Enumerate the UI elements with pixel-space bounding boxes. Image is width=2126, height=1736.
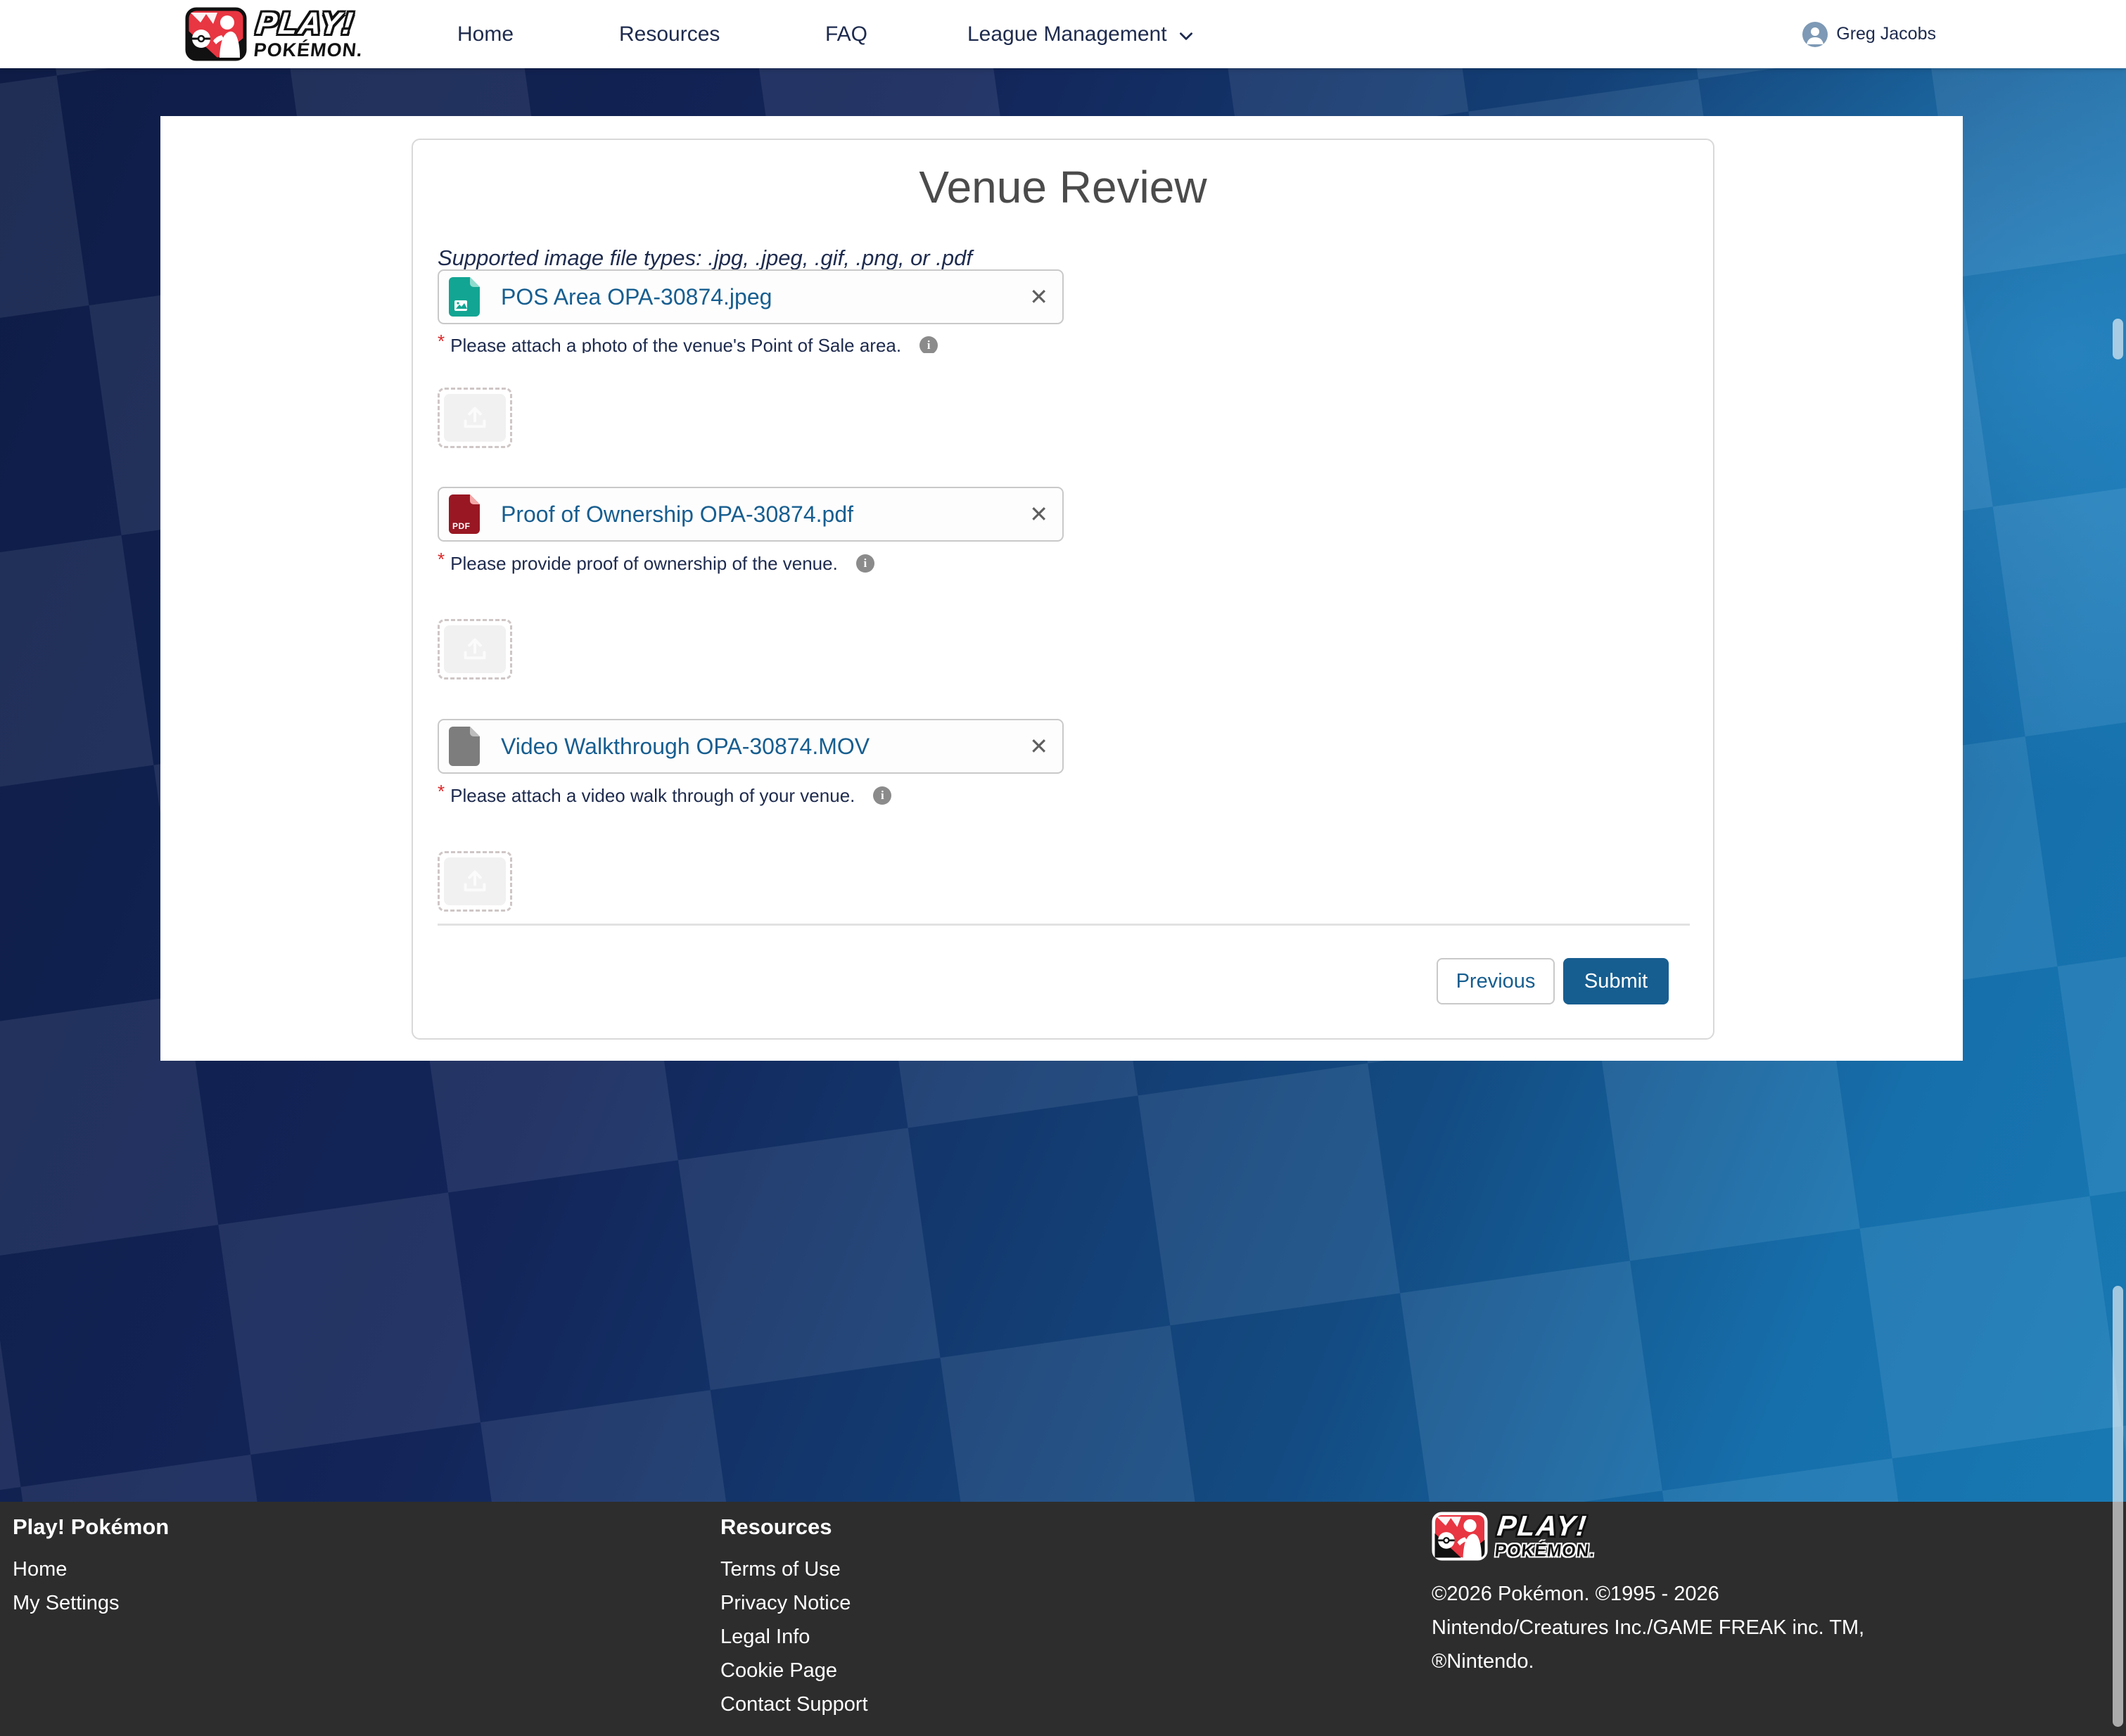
upload-dropzone-video-walkthrough[interactable]: [438, 851, 512, 912]
venue-review-card: Venue Review Supported image file types:…: [412, 139, 1714, 1040]
info-icon[interactable]: i: [919, 336, 938, 353]
required-mark: *: [438, 335, 445, 350]
upload-icon: [462, 404, 488, 431]
chevron-down-icon: [1177, 27, 1195, 45]
caption-text: Please attach a photo of the venue's Poi…: [450, 335, 901, 353]
top-navbar: PLAY! POKÉMON. Home Resources FAQ League…: [0, 0, 2126, 68]
footer-link-my-settings[interactable]: My Settings: [13, 1593, 169, 1613]
required-mark: *: [438, 550, 445, 568]
remove-file-button[interactable]: ✕: [1029, 286, 1048, 308]
supported-types-note: Supported image file types: .jpg, .jpeg,…: [438, 245, 972, 271]
footer-link-contact-support[interactable]: Contact Support: [720, 1694, 868, 1714]
copyright-line: Nintendo/Creatures Inc./GAME FREAK inc. …: [1432, 1611, 1864, 1645]
footer-link-terms-of-use[interactable]: Terms of Use: [720, 1559, 868, 1579]
brand-play-text: PLAY!: [255, 8, 367, 39]
nav-item-faq[interactable]: FAQ: [825, 0, 867, 68]
page-title: Venue Review: [413, 161, 1713, 213]
copyright-text: ©2026 Pokémon. ©1995 - 2026 Nintendo/Cre…: [1432, 1577, 1864, 1678]
footer-column-site: Play! Pokémon Home My Settings: [13, 1514, 169, 1613]
pdf-file-icon: PDF: [449, 494, 480, 534]
footer-link-privacy-notice[interactable]: Privacy Notice: [720, 1593, 868, 1613]
content-panel: Venue Review Supported image file types:…: [160, 116, 1963, 1061]
upload-icon: [462, 868, 488, 895]
previous-button[interactable]: Previous: [1437, 958, 1555, 1004]
footer-link-cookie-page[interactable]: Cookie Page: [720, 1661, 868, 1680]
footer-column-legal: PLAY! POKÉMON. ©2026 Pokémon. ©1995 - 20…: [1432, 1510, 1864, 1678]
caption-text: Please attach a video walk through of yo…: [450, 785, 855, 807]
play-pokemon-badge-icon: [185, 7, 247, 61]
scrollbar-thumb-small[interactable]: [2113, 319, 2123, 359]
remove-file-button[interactable]: ✕: [1029, 503, 1048, 525]
attachment-proof-of-ownership: PDF Proof of Ownership OPA-30874.pdf ✕: [438, 487, 1064, 542]
upload-dropzone-proof-of-ownership[interactable]: [438, 619, 512, 679]
remove-file-button[interactable]: ✕: [1029, 735, 1048, 758]
attachment-video-walkthrough: Video Walkthrough OPA-30874.MOV ✕: [438, 719, 1064, 774]
caption-video-walkthrough: * Please attach a video walk through of …: [438, 785, 891, 807]
footer-column-resources: Resources Terms of Use Privacy Notice Le…: [720, 1514, 868, 1714]
file-link[interactable]: POS Area OPA-30874.jpeg: [501, 284, 772, 310]
scrollbar-thumb[interactable]: [2113, 1286, 2123, 1727]
nav-item-resources[interactable]: Resources: [619, 0, 720, 68]
footer-link-home[interactable]: Home: [13, 1559, 169, 1579]
file-link[interactable]: Proof of Ownership OPA-30874.pdf: [501, 502, 853, 528]
form-divider: [438, 924, 1690, 926]
footer-brand-pokemon-text: POKÉMON.: [1494, 1542, 1596, 1559]
footer-brand-logo: PLAY! POKÉMON.: [1432, 1510, 1864, 1562]
footer-link-legal-info[interactable]: Legal Info: [720, 1627, 868, 1647]
file-link[interactable]: Video Walkthrough OPA-30874.MOV: [501, 734, 870, 760]
brand-wordmark: PLAY! POKÉMON.: [253, 8, 367, 60]
upload-icon: [462, 636, 488, 663]
brand-pokemon-text: POKÉMON.: [253, 41, 364, 60]
avatar-icon: [1802, 22, 1828, 47]
nav-item-league-management[interactable]: League Management: [967, 0, 1195, 68]
caption-pos-area: * Please attach a photo of the venue's P…: [438, 335, 938, 353]
user-menu[interactable]: Greg Jacobs: [1802, 0, 1936, 68]
image-file-icon: [449, 277, 480, 317]
generic-file-icon: [449, 727, 480, 766]
footer-heading-site: Play! Pokémon: [13, 1514, 169, 1540]
footer-brand-wordmark: PLAY! POKÉMON.: [1494, 1512, 1599, 1559]
brand-logo[interactable]: PLAY! POKÉMON.: [185, 7, 364, 61]
user-name: Greg Jacobs: [1836, 24, 1936, 44]
caption-proof-of-ownership: * Please provide proof of ownership of t…: [438, 553, 874, 575]
upload-dropzone-pos-area[interactable]: [438, 388, 512, 448]
attachment-pos-area: POS Area OPA-30874.jpeg ✕: [438, 269, 1064, 324]
footer-heading-resources: Resources: [720, 1514, 868, 1540]
info-icon[interactable]: i: [873, 786, 891, 805]
form-actions: Previous Submit: [1437, 958, 1669, 1004]
copyright-line: ®Nintendo.: [1432, 1645, 1864, 1678]
page-footer: Play! Pokémon Home My Settings Resources…: [0, 1502, 2126, 1736]
required-mark: *: [438, 782, 445, 800]
nav-item-home[interactable]: Home: [457, 0, 514, 68]
play-pokemon-badge-icon: [1432, 1512, 1488, 1561]
info-icon[interactable]: i: [856, 554, 874, 573]
submit-button[interactable]: Submit: [1563, 958, 1669, 1004]
caption-text: Please provide proof of ownership of the…: [450, 553, 838, 575]
nav-item-league-label: League Management: [967, 23, 1167, 46]
pdf-icon-label: PDF: [452, 521, 471, 531]
checkered-background: Venue Review Supported image file types:…: [0, 68, 2126, 1502]
footer-brand-play-text: PLAY!: [1496, 1512, 1599, 1540]
copyright-line: ©2026 Pokémon. ©1995 - 2026: [1432, 1577, 1864, 1611]
